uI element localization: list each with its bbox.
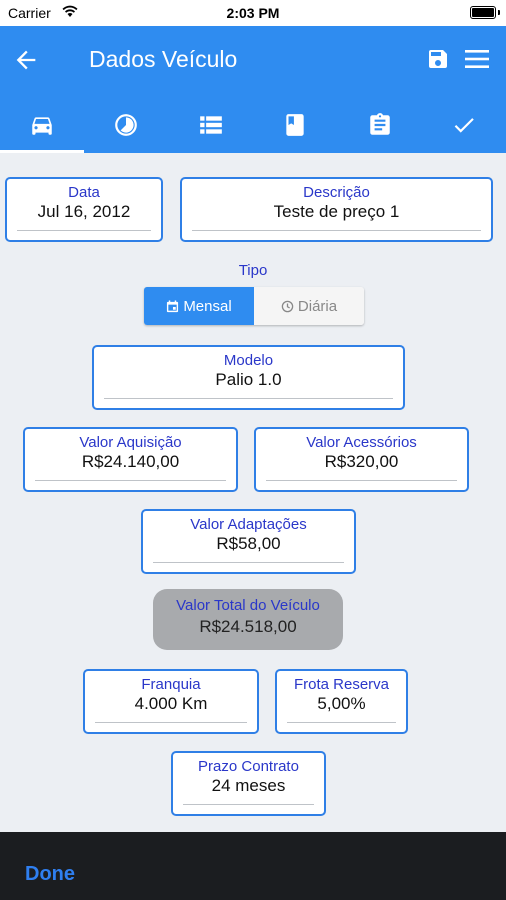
total-value-label: Valor Total do Veículo xyxy=(176,597,320,614)
clock: 2:03 PM xyxy=(226,5,280,21)
accessories-value: R$320,00 xyxy=(324,452,399,471)
back-arrow-icon[interactable] xyxy=(12,46,40,74)
reserve-fleet-field[interactable]: Frota Reserva 5,00% xyxy=(275,669,408,734)
adaptations-value: R$58,00 xyxy=(216,534,281,553)
contract-term-label: Prazo Contrato xyxy=(198,758,299,775)
accessories-value-field[interactable]: Valor Acessórios R$320,00 xyxy=(254,427,469,492)
list-icon xyxy=(200,115,222,134)
reserve-fleet-label: Frota Reserva xyxy=(293,676,390,693)
status-bar: Carrier 2:03 PM xyxy=(0,0,506,26)
model-label: Modelo xyxy=(223,352,274,369)
description-field[interactable]: Descrição Teste de preço 1 xyxy=(180,177,493,242)
total-value-display: Valor Total do Veículo R$24.518,00 xyxy=(153,589,343,650)
calendar-icon xyxy=(167,299,179,312)
franchise-value: 4.000 Km xyxy=(134,694,208,713)
tab-confirm[interactable] xyxy=(422,96,506,153)
app-bar: Dados Veículo xyxy=(0,26,506,153)
check-icon xyxy=(454,117,474,133)
acquisition-value-label: Valor Aquisição xyxy=(79,434,182,451)
franchise-label: Franquia xyxy=(141,676,201,693)
save-icon[interactable] xyxy=(426,47,450,71)
type-option-daily[interactable]: Diária xyxy=(254,287,364,325)
clock-icon xyxy=(281,300,294,312)
acquisition-value: R$24.140,00 xyxy=(81,452,180,471)
adaptations-value-label: Valor Adaptações xyxy=(190,516,307,533)
keyboard-toolbar: Done xyxy=(0,832,506,900)
franchise-field[interactable]: Franquia 4.000 Km xyxy=(83,669,259,734)
tab-bar xyxy=(0,96,506,153)
contract-term-value: 24 meses xyxy=(211,776,286,795)
car-icon xyxy=(32,116,52,135)
tab-chart[interactable] xyxy=(84,96,168,153)
tab-clipboard[interactable] xyxy=(338,96,422,153)
type-label: Tipo xyxy=(238,262,268,279)
clipboard-icon xyxy=(370,112,390,135)
book-icon xyxy=(286,113,304,136)
page-title: Dados Veículo xyxy=(89,46,238,72)
model-value: Palio 1.0 xyxy=(215,370,282,389)
model-field[interactable]: Modelo Palio 1.0 xyxy=(92,345,405,410)
battery-icon xyxy=(470,6,496,19)
type-option-monthly[interactable]: Mensal xyxy=(144,287,254,325)
date-label: Data xyxy=(68,184,100,201)
hamburger-menu-icon[interactable] xyxy=(464,48,490,70)
tab-vehicle[interactable] xyxy=(0,96,84,153)
done-button[interactable]: Done xyxy=(25,863,75,886)
type-option-daily-label: Diária xyxy=(297,297,338,315)
tab-list[interactable] xyxy=(169,96,253,153)
type-option-monthly-label: Mensal xyxy=(183,297,232,315)
adaptations-value-field[interactable]: Valor Adaptações R$58,00 xyxy=(141,509,356,574)
reserve-fleet-value: 5,00% xyxy=(317,694,366,713)
date-field[interactable]: Data Jul 16, 2012 xyxy=(5,177,163,242)
tab-book[interactable] xyxy=(253,96,337,153)
description-label: Descrição xyxy=(303,184,370,201)
date-value: Jul 16, 2012 xyxy=(37,202,131,221)
type-segmented-control: Mensal Diária xyxy=(144,287,364,325)
acquisition-value-field[interactable]: Valor Aquisição R$24.140,00 xyxy=(23,427,238,492)
accessories-value-label: Valor Acessórios xyxy=(306,434,417,451)
contract-term-field[interactable]: Prazo Contrato 24 meses xyxy=(171,751,326,816)
description-value: Teste de preço 1 xyxy=(273,202,400,221)
pie-chart-icon xyxy=(115,113,137,136)
total-value: R$24.518,00 xyxy=(199,617,297,636)
